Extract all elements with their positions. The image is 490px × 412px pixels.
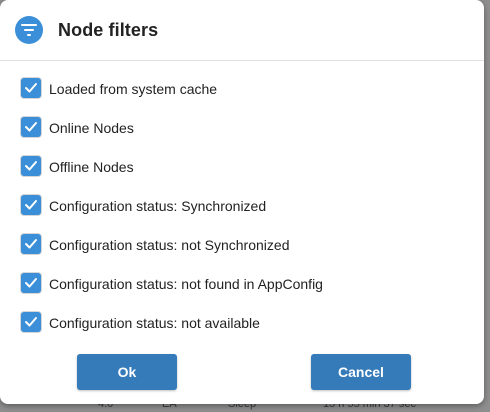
filter-label: Online Nodes xyxy=(49,120,134,136)
filter-label: Offline Nodes xyxy=(49,159,134,175)
checkbox-checked[interactable] xyxy=(21,78,41,98)
filter-icon xyxy=(15,16,43,44)
filter-item-system-cache[interactable]: Loaded from system cache xyxy=(21,78,461,100)
checkbox-checked[interactable] xyxy=(21,312,41,332)
filter-item-config-not-found[interactable]: Configuration status: not found in AppCo… xyxy=(21,273,461,295)
filter-item-config-not-synchronized[interactable]: Configuration status: not Synchronized xyxy=(21,234,461,256)
filter-item-config-not-available[interactable]: Configuration status: not available xyxy=(21,312,461,334)
checkbox-checked[interactable] xyxy=(21,156,41,176)
checkbox-checked[interactable] xyxy=(21,273,41,293)
ok-button[interactable]: Ok xyxy=(77,354,177,390)
dialog-header: Node filters xyxy=(0,0,484,61)
checkbox-checked[interactable] xyxy=(21,195,41,215)
filter-item-config-synchronized[interactable]: Configuration status: Synchronized xyxy=(21,195,461,217)
filter-item-offline-nodes[interactable]: Offline Nodes xyxy=(21,156,461,178)
node-filters-dialog: Node filters Loaded from system cache On… xyxy=(0,0,484,404)
filter-label: Configuration status: not found in AppCo… xyxy=(49,276,323,292)
filter-label: Loaded from system cache xyxy=(49,81,218,97)
filter-label: Configuration status: Synchronized xyxy=(49,198,267,214)
filter-label: Configuration status: not available xyxy=(49,315,260,331)
dialog-title: Node filters xyxy=(58,20,159,40)
cancel-button[interactable]: Cancel xyxy=(311,354,411,390)
checkbox-checked[interactable] xyxy=(21,117,41,137)
checkbox-checked[interactable] xyxy=(21,234,41,254)
filter-item-online-nodes[interactable]: Online Nodes xyxy=(21,117,461,139)
filter-label: Configuration status: not Synchronized xyxy=(49,237,290,253)
